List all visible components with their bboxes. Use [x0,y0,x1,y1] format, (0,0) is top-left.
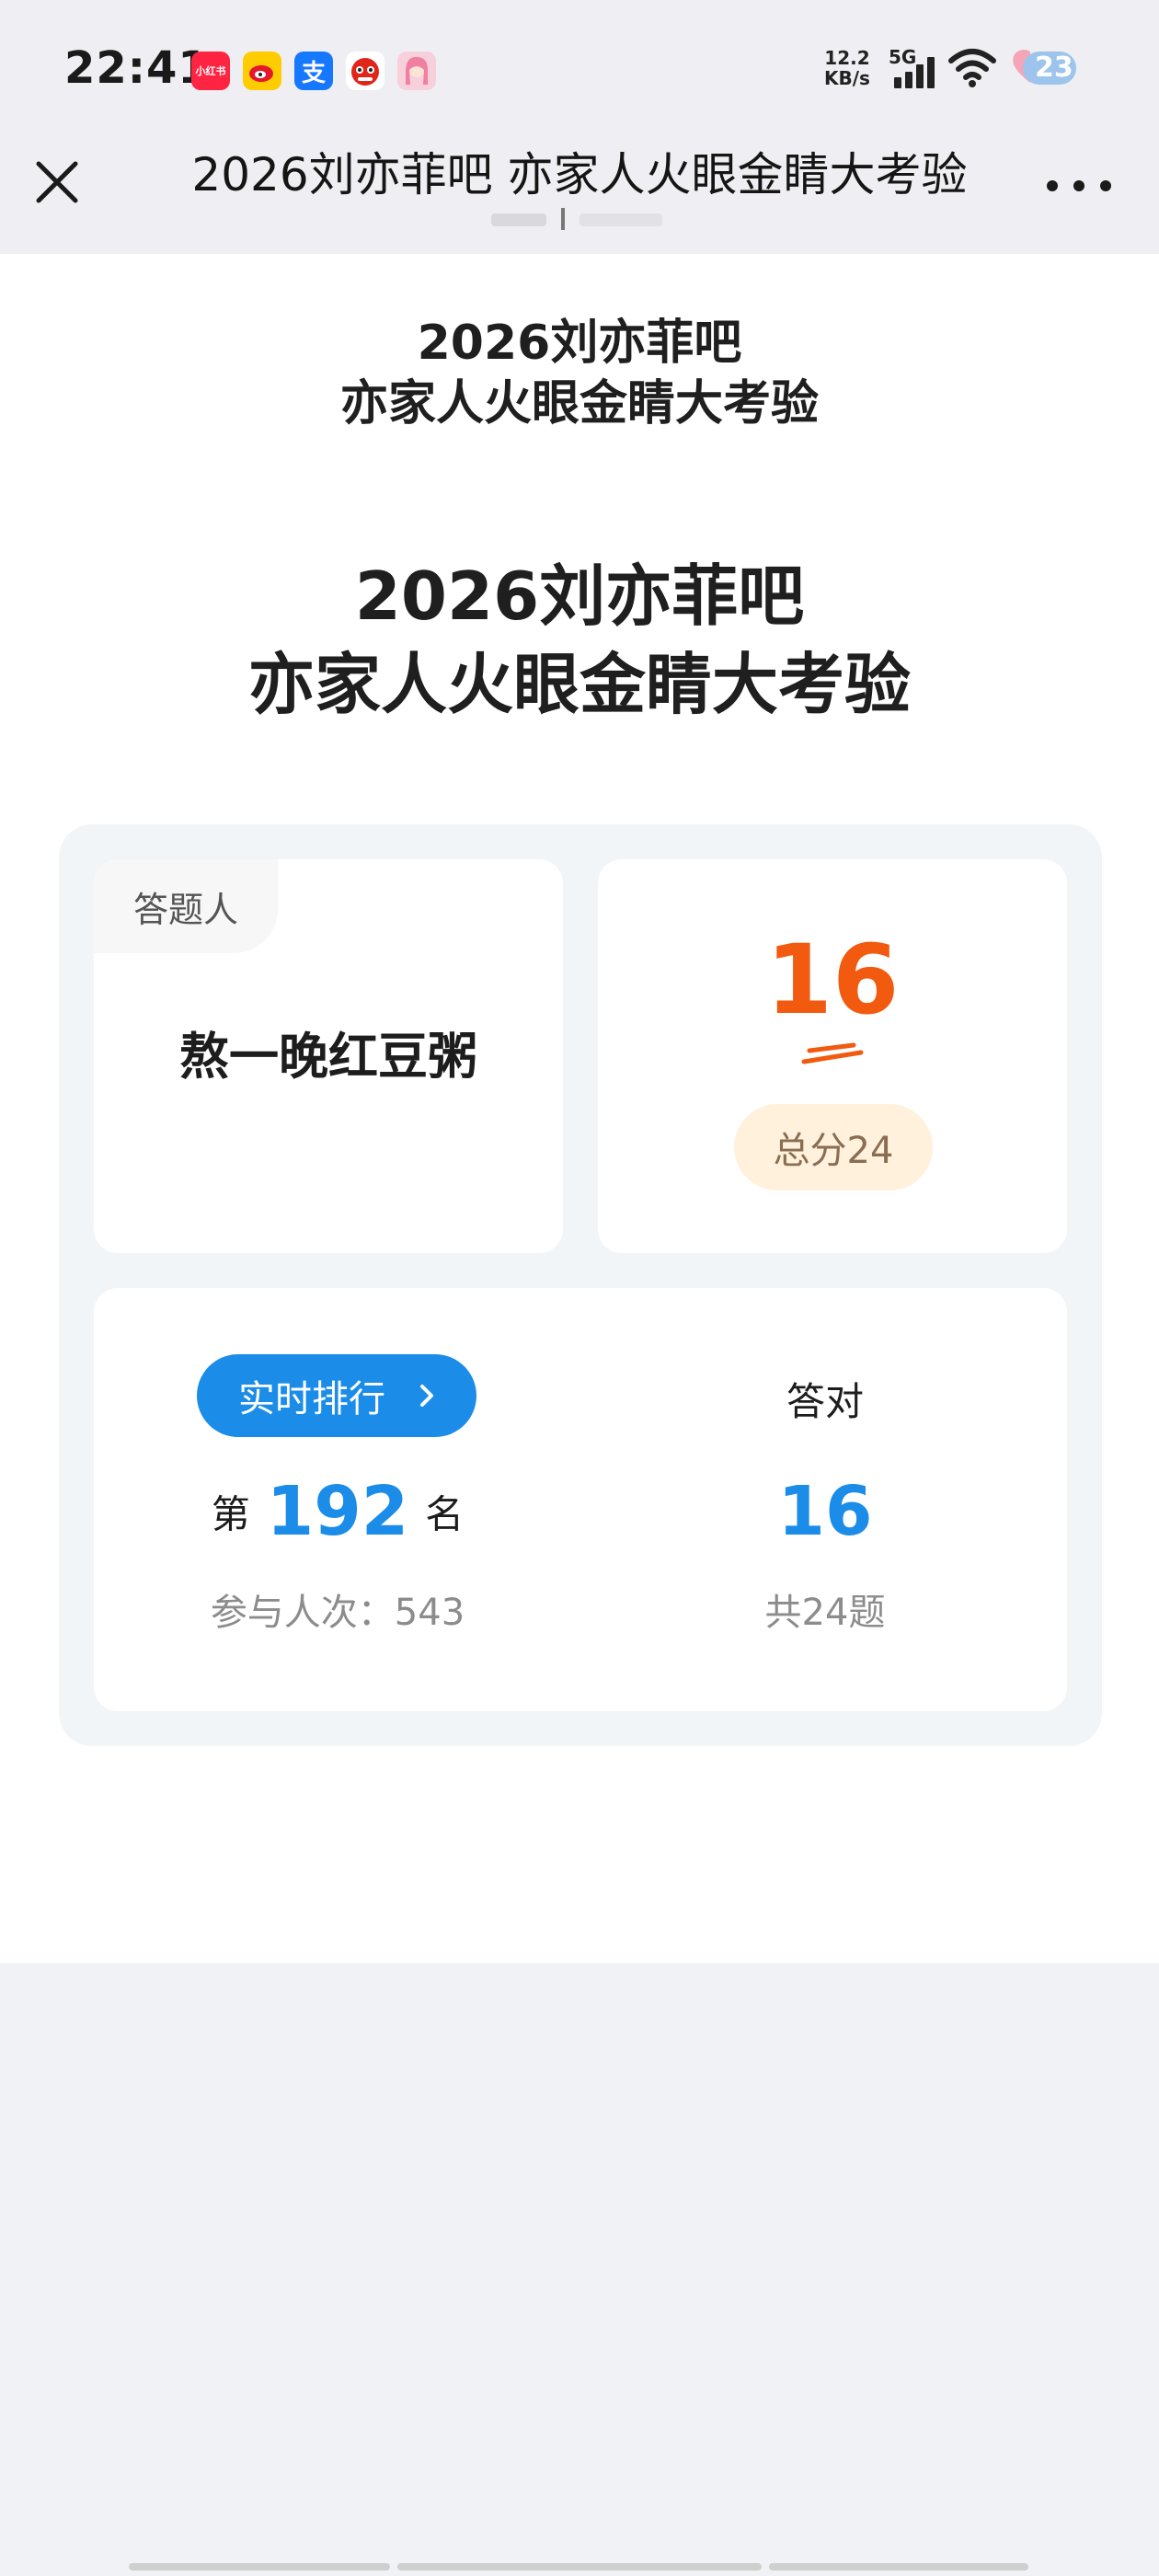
nav-subtitle-blurred [491,208,662,230]
xiaohongshu-icon: 小红书 [191,52,230,90]
rank-prefix: 第 [211,1491,250,1537]
rank-line: 第 192 名 [94,1472,581,1551]
big-title-line1: 2026刘亦菲吧 [354,558,805,635]
small-title-line1: 2026刘亦菲吧 [417,316,742,371]
page-title: 2026刘亦菲吧 亦家人火眼金睛大考验 [0,552,1159,729]
net-speed-unit: KB/s [824,67,870,89]
battery-level: 23 [1035,52,1073,84]
close-icon[interactable] [33,158,81,206]
net-speed-value: 12.2 [824,47,870,69]
notification-icons: 小红书 支 [191,52,436,90]
nav-bar: 2026刘亦菲吧 亦家人火眼金睛大考验 [0,138,1159,254]
correct-count: 16 [777,1472,873,1551]
page-small-title: 2026刘亦菲吧 亦家人火眼金睛大考验 [0,313,1159,434]
rank-suffix: 名 [425,1491,465,1537]
correct-label: 答对 [786,1379,864,1424]
participant-tag: 答题人 [94,859,278,953]
score-underline-icon [801,1042,864,1064]
score-value: 16 [765,924,900,1036]
participant-card: 答题人 熬一晚红豆粥 [94,859,563,1253]
wifi-icon [947,48,997,92]
total-score-badge: 总分24 [734,1104,933,1190]
chevron-right-icon [420,1385,433,1407]
alipay-icon: 支 [294,52,333,90]
realtime-ranking-button[interactable]: 实时排行 [197,1354,476,1437]
weibo-icon [243,52,281,90]
page-content: 2026刘亦菲吧 亦家人火眼金睛大考验 2026刘亦菲吧 亦家人火眼金睛大考验 … [0,254,1159,1963]
big-title-line2: 亦家人火眼金睛大考验 [247,646,911,723]
question-total: 共24题 [764,1592,886,1634]
jd-icon [346,52,384,90]
status-time: 22:41 [64,42,210,94]
bottom-scroll-indicator [129,2563,1028,2570]
small-title-line2: 亦家人火眼金睛大考验 [339,376,819,431]
more-options-icon[interactable] [1047,180,1111,193]
nav-title: 2026刘亦菲吧 亦家人火眼金睛大考验 [191,148,968,201]
rank-number: 192 [266,1472,409,1551]
status-bar: 22:41 小红书 支 12.2 KB/s 5G 23 [0,0,1159,138]
result-panel: 答题人 熬一晚红豆粥 16 总分24 实时排行 第 192 名 参与人次：543 答… [59,824,1102,1746]
participant-name: 熬一晚红豆粥 [179,1028,477,1086]
net-speed: 12.2 KB/s [824,48,870,88]
realtime-ranking-label: 实时排行 [238,1378,385,1420]
avatar-app-icon [397,52,436,90]
stats-card: 实时排行 第 192 名 参与人次：543 答对 16 共24题 [94,1288,1067,1711]
participant-count: 参与人次：543 [210,1592,465,1634]
score-card: 16 总分24 [598,859,1067,1253]
